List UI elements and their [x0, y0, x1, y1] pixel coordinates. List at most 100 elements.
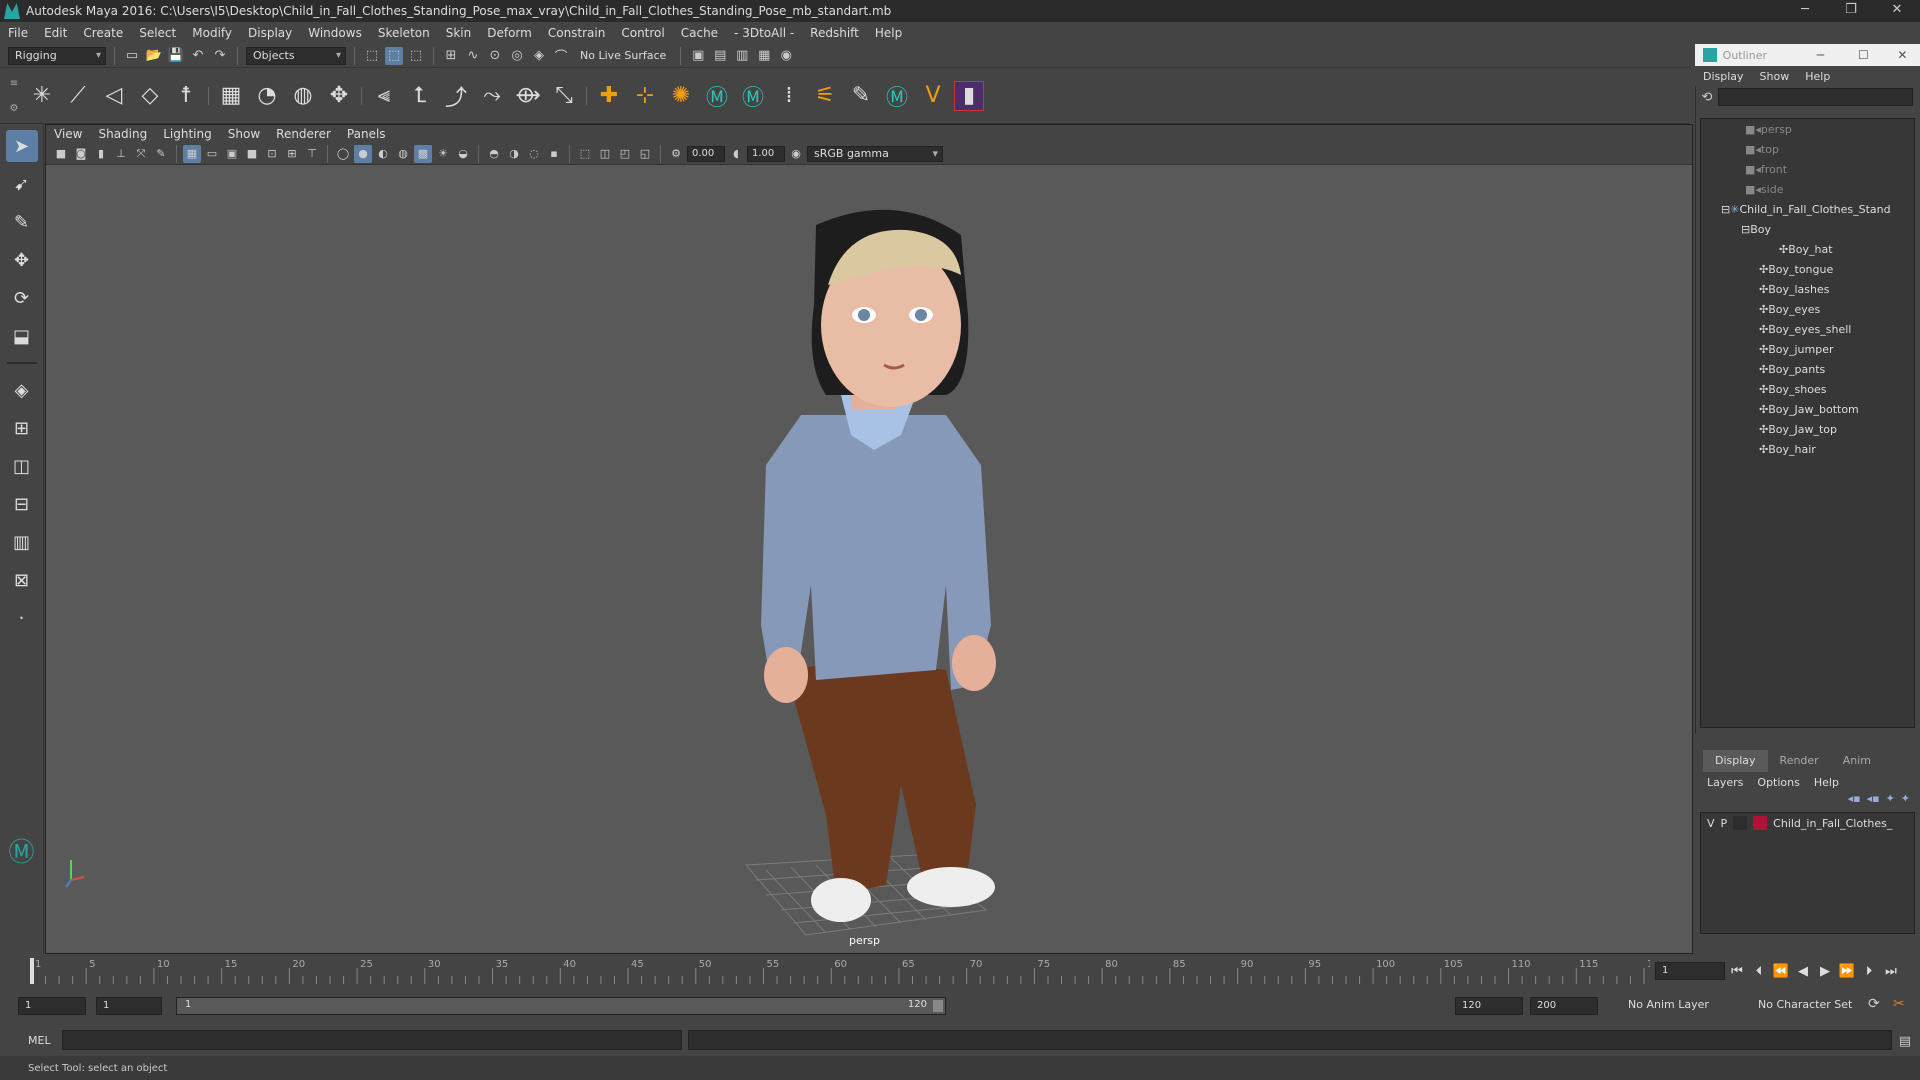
select-object-icon[interactable]: ⬚ — [385, 46, 403, 65]
gamma-field[interactable]: 1.00 — [747, 145, 785, 162]
snap-curve-icon[interactable]: ∿ — [464, 47, 482, 65]
move-layer-up-icon[interactable]: ◂▪ — [1848, 792, 1861, 805]
step-forward-key-icon[interactable]: ⏩ — [1838, 964, 1856, 979]
use-default-material-icon[interactable]: ◐ — [374, 145, 392, 163]
outliner-item-boy-hat[interactable]: ✣ Boy_hat — [1701, 239, 1914, 259]
safe-action-icon[interactable]: ⊞ — [283, 145, 301, 163]
minimize-icon[interactable]: ─ — [1782, 0, 1828, 22]
render-frame-icon[interactable]: ▤ — [711, 47, 729, 65]
step-back-key-icon[interactable]: ⏪ — [1772, 964, 1790, 979]
smooth-shade-icon[interactable]: ● — [354, 144, 372, 163]
menu-3dtoall[interactable]: - 3DtoAll - — [726, 26, 802, 40]
outliner-item[interactable]: ✣ Boy_hair — [1701, 439, 1914, 459]
subcharacter-icon[interactable]: Ⓜ — [738, 81, 768, 111]
paint-tool-icon[interactable]: ✎ — [846, 81, 876, 111]
undo-icon[interactable]: ↶ — [189, 47, 207, 65]
outliner-filter-icon[interactable]: ⟲ — [1698, 88, 1716, 106]
character-set-dropdown[interactable]: No Character Set — [1752, 997, 1867, 1015]
maya-tool-icon[interactable]: Ⓜ — [882, 81, 912, 111]
menu-deform[interactable]: Deform — [479, 26, 540, 40]
menu-file[interactable]: File — [0, 26, 36, 40]
playback-toggle[interactable]: P — [1721, 817, 1728, 830]
shadows-icon[interactable]: ◒ — [454, 145, 472, 163]
exposure-icon[interactable]: ⚙ — [667, 145, 685, 163]
new-layer-icon[interactable]: ✦ — [1886, 792, 1895, 805]
persp-graph-layout-icon[interactable]: ⊟ — [6, 488, 38, 520]
layer-menu-options[interactable]: Options — [1750, 776, 1806, 789]
motion-blur-icon[interactable]: ◑ — [505, 145, 523, 163]
save-scene-icon[interactable]: 💾 — [167, 47, 185, 65]
xray-joints-icon[interactable]: ◰ — [616, 145, 634, 163]
resolution-gate-icon[interactable]: ▣ — [223, 145, 241, 163]
menu-edit[interactable]: Edit — [36, 26, 75, 40]
four-pane-layout-icon[interactable]: ⊞ — [6, 412, 38, 444]
grid-toggle-icon[interactable]: ▦ — [183, 144, 201, 163]
copy-weights-icon[interactable]: ⤡ — [549, 81, 579, 111]
viewport-panel[interactable]: View Shading Lighting Show Renderer Pane… — [45, 124, 1693, 954]
color-chart-icon[interactable]: ▮ — [954, 80, 984, 111]
xray-components-icon[interactable]: ◱ — [636, 145, 654, 163]
lasso-tool-icon[interactable]: ➹ — [6, 168, 38, 200]
hypershade-icon[interactable]: ◉ — [777, 47, 795, 65]
move-tool-icon[interactable]: ✥ — [6, 244, 38, 276]
outliner-item[interactable]: ✣ Boy_jumper — [1701, 339, 1914, 359]
viewport-menu-view[interactable]: View — [46, 127, 90, 141]
humanik-icon[interactable]: ☨ — [171, 81, 201, 111]
outliner-camera-top[interactable]: ■◂ top — [1701, 139, 1914, 159]
film-gate-icon[interactable]: ▭ — [203, 145, 221, 163]
color-management-icon[interactable]: ◉ — [787, 145, 805, 163]
outliner-item[interactable]: ✣ Boy_Jaw_top — [1701, 419, 1914, 439]
sculpt-icon[interactable]: ✥ — [324, 81, 354, 111]
redo-icon[interactable]: ↷ — [211, 47, 229, 65]
viewport-canvas[interactable]: persp — [46, 165, 1692, 953]
menu-windows[interactable]: Windows — [300, 26, 370, 40]
aim-constraint-icon[interactable]: ⊹ — [630, 81, 660, 111]
cluster-icon[interactable]: ◔ — [252, 81, 282, 111]
rotate-tool-icon[interactable]: ⟳ — [6, 282, 38, 314]
viewport-menu-lighting[interactable]: Lighting — [155, 127, 220, 141]
outliner-menu-show[interactable]: Show — [1752, 70, 1798, 83]
snap-view-icon[interactable]: ◎ — [508, 47, 526, 65]
tab-display[interactable]: Display — [1703, 750, 1768, 772]
paint-select-tool-icon[interactable]: ✎ — [6, 206, 38, 238]
outliner-camera-persp[interactable]: ■◂ persp — [1701, 119, 1914, 139]
menu-redshift[interactable]: Redshift — [802, 26, 867, 40]
start-time-field[interactable]: 1 — [18, 997, 86, 1015]
playback-end-field[interactable]: 120 — [1455, 997, 1523, 1015]
camera-attributes-icon[interactable]: ◙ — [72, 145, 90, 163]
auto-key-icon[interactable]: ⟳ — [1868, 996, 1880, 1012]
anti-aliasing-icon[interactable]: ◌ — [525, 145, 543, 163]
persp-hypergraph-layout-icon[interactable]: ⊠ — [6, 564, 38, 596]
menu-help[interactable]: Help — [867, 26, 910, 40]
menu-constrain[interactable]: Constrain — [540, 26, 614, 40]
wrap-icon[interactable]: ◍ — [288, 81, 318, 111]
ipr-render-icon[interactable]: ▥ — [733, 47, 751, 65]
wireframe-icon[interactable]: ◯ — [334, 145, 352, 163]
character-set-icon[interactable]: Ⓜ — [702, 81, 732, 111]
single-pane-layout-icon[interactable]: ◈ — [6, 374, 38, 406]
select-tool-icon[interactable]: ➤ — [5, 130, 38, 162]
display-type-toggle[interactable] — [1733, 816, 1748, 830]
open-scene-icon[interactable]: 📂 — [145, 47, 163, 65]
layer-menu-help[interactable]: Help — [1807, 776, 1846, 789]
layer-color-swatch[interactable] — [1753, 816, 1768, 830]
orient-constraint-icon[interactable]: ✺ — [666, 81, 696, 111]
xray-icon[interactable]: ◫ — [596, 145, 614, 163]
viewport-menu-panels[interactable]: Panels — [339, 127, 394, 141]
view-transform-dropdown[interactable]: sRGB gamma — [807, 145, 943, 162]
layer-menu-layers[interactable]: Layers — [1700, 776, 1750, 789]
select-component-icon[interactable]: ⬚ — [407, 47, 425, 65]
outliner-group-boy[interactable]: ⊟ Boy — [1701, 219, 1914, 239]
depth-of-field-icon[interactable]: ▪ — [545, 145, 563, 163]
persp-outliner-layout-icon[interactable]: ▥ — [6, 526, 38, 558]
outliner-minimize-icon[interactable]: ─ — [1799, 48, 1842, 62]
current-time-indicator[interactable] — [30, 958, 34, 984]
isolate-select-icon[interactable]: ⬚ — [576, 145, 594, 163]
play-forwards-icon[interactable]: ▶ — [1816, 964, 1834, 979]
select-hierarchy-icon[interactable]: ⬚ — [363, 47, 381, 65]
gamma-icon[interactable]: ◖ — [727, 145, 745, 163]
outliner-camera-front[interactable]: ■◂ front — [1701, 159, 1914, 179]
outliner-item[interactable]: ✣ Boy_shoes — [1701, 379, 1914, 399]
insert-joint-icon[interactable]: ⟋ — [63, 81, 93, 111]
image-plane-icon[interactable]: ⊥ — [112, 145, 130, 163]
